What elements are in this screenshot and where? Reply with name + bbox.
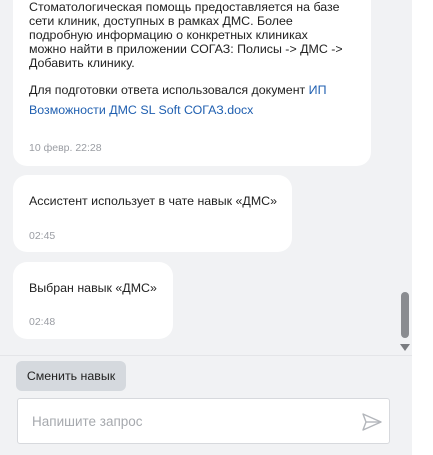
scrollbar-thumb[interactable] (401, 292, 409, 338)
message-input-box[interactable] (17, 398, 390, 444)
message-text: Выбран навык «ДМС» (29, 281, 157, 295)
send-icon[interactable] (361, 412, 383, 432)
source-prefix: Для подготовки ответа использовался доку… (29, 83, 306, 97)
switch-skill-button[interactable]: Сменить навык (16, 361, 126, 391)
chat-scrollbar[interactable] (399, 0, 412, 355)
assistant-message: Стоматологическая помощь предоставляется… (13, 0, 371, 166)
system-message: Ассистент использует в чате навык «ДМС» … (13, 175, 292, 252)
panel-edge (412, 0, 433, 455)
message-timestamp: 02:48 (29, 316, 56, 328)
system-message: Выбран навык «ДМС» 02:48 (13, 262, 173, 339)
divider (0, 355, 412, 356)
message-source: Для подготовки ответа использовался доку… (29, 80, 355, 120)
message-input[interactable] (32, 411, 352, 431)
message-timestamp: 10 февр. 22:28 (29, 142, 102, 154)
chat-message-list[interactable]: Стоматологическая помощь предоставляется… (0, 0, 398, 355)
message-text: Стоматологическая помощь предоставляется… (29, 0, 343, 70)
chevron-down-icon[interactable] (400, 344, 410, 351)
message-timestamp: 02:45 (29, 230, 56, 242)
message-text: Ассистент использует в чате навык «ДМС» (29, 194, 277, 208)
